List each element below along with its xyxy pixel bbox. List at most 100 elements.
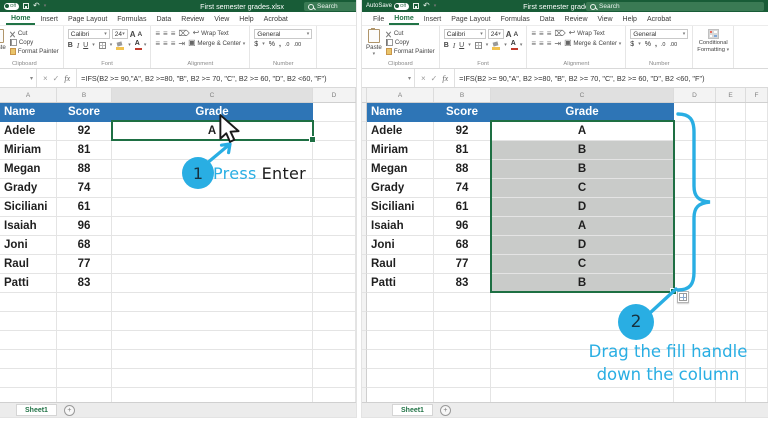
cell[interactable]: Megan <box>0 160 57 179</box>
cell[interactable] <box>674 255 716 274</box>
increase-decimal-button[interactable]: .0 <box>285 42 290 48</box>
cell[interactable]: 96 <box>57 217 112 236</box>
cell[interactable]: C <box>491 255 674 274</box>
ribbon-options-caret-icon[interactable]: ▾ <box>434 4 437 9</box>
header-cell[interactable]: Score <box>434 103 491 122</box>
bold-button[interactable]: B <box>444 42 449 49</box>
cell[interactable] <box>746 274 768 293</box>
header-cell[interactable]: Score <box>57 103 112 122</box>
cell[interactable]: 92 <box>57 122 112 141</box>
cell[interactable] <box>112 369 313 388</box>
cell[interactable] <box>746 103 768 122</box>
paste-button[interactable]: Paste ▾ <box>366 28 382 57</box>
indent-icon[interactable]: ⇥ <box>554 40 561 47</box>
align-middle-icon[interactable]: ≡ <box>163 30 168 37</box>
cell[interactable] <box>674 331 716 350</box>
align-top-icon[interactable]: ≡ <box>531 30 536 37</box>
cell[interactable] <box>434 312 491 331</box>
cell[interactable] <box>112 217 313 236</box>
cell[interactable] <box>57 350 112 369</box>
number-format-select[interactable]: General▾ <box>630 29 688 39</box>
cell[interactable] <box>746 179 768 198</box>
column-header[interactable]: B <box>434 88 491 102</box>
tab-page-layout[interactable]: Page Layout <box>446 14 495 25</box>
tab-data[interactable]: Data <box>151 14 176 25</box>
font-size-select[interactable]: 24▾ <box>488 29 504 39</box>
cell[interactable] <box>313 122 356 141</box>
cell[interactable] <box>674 312 716 331</box>
cell[interactable] <box>716 293 746 312</box>
insert-function-icon[interactable]: fx <box>64 74 70 83</box>
cell[interactable]: Joni <box>0 236 57 255</box>
cell[interactable] <box>313 312 356 331</box>
cell[interactable] <box>674 141 716 160</box>
cell[interactable] <box>313 274 356 293</box>
cell[interactable]: Isaiah <box>367 217 434 236</box>
cell[interactable] <box>367 312 434 331</box>
cell[interactable] <box>716 103 746 122</box>
cell[interactable]: D <box>491 236 674 255</box>
cell[interactable]: 92 <box>434 122 491 141</box>
cell[interactable] <box>313 369 356 388</box>
autosave-toggle[interactable]: AutoSave Off <box>366 3 409 10</box>
cell[interactable] <box>674 103 716 122</box>
tab-formulas[interactable]: Formulas <box>496 14 535 25</box>
borders-icon[interactable] <box>475 42 482 49</box>
cell[interactable]: 88 <box>434 160 491 179</box>
cell[interactable]: Patti <box>367 274 434 293</box>
insert-function-icon[interactable]: fx <box>442 74 448 83</box>
cell[interactable]: Adele <box>0 122 57 141</box>
tab-formulas[interactable]: Formulas <box>112 14 151 25</box>
cell[interactable] <box>716 350 746 369</box>
shrink-font-button[interactable]: A <box>138 31 143 38</box>
cell[interactable] <box>112 274 313 293</box>
cell[interactable] <box>57 369 112 388</box>
cell[interactable] <box>716 369 746 388</box>
cell[interactable] <box>491 312 674 331</box>
cell[interactable] <box>746 312 768 331</box>
percent-button[interactable]: % <box>269 41 275 48</box>
header-cell[interactable]: Name <box>0 103 57 122</box>
cell[interactable] <box>746 236 768 255</box>
cell[interactable] <box>313 255 356 274</box>
currency-button[interactable]: $ <box>630 41 634 48</box>
cell[interactable] <box>746 141 768 160</box>
italic-button[interactable]: I <box>453 42 455 50</box>
cell[interactable] <box>0 293 57 312</box>
cell[interactable]: D <box>491 198 674 217</box>
column-header[interactable]: E <box>716 88 746 102</box>
cell[interactable]: 77 <box>57 255 112 274</box>
wrap-text-button[interactable]: ↩ Wrap Text <box>193 29 229 37</box>
cell[interactable] <box>716 331 746 350</box>
cell[interactable] <box>434 369 491 388</box>
cell[interactable]: 88 <box>57 160 112 179</box>
cell[interactable] <box>112 312 313 331</box>
column-header[interactable]: A <box>367 88 434 102</box>
cell[interactable]: 83 <box>57 274 112 293</box>
italic-button[interactable]: I <box>77 42 79 50</box>
cancel-icon[interactable]: × <box>43 74 48 83</box>
cell[interactable]: Megan <box>367 160 434 179</box>
font-color-icon[interactable]: A <box>135 41 140 50</box>
cell[interactable]: 77 <box>434 255 491 274</box>
cell[interactable] <box>112 198 313 217</box>
cell[interactable]: A <box>491 217 674 236</box>
cell[interactable]: 74 <box>57 179 112 198</box>
wrap-text-button[interactable]: ↩ Wrap Text <box>569 29 605 37</box>
fill-color-icon[interactable] <box>116 42 124 50</box>
bold-button[interactable]: B <box>68 42 73 49</box>
cell[interactable] <box>112 179 313 198</box>
cell[interactable] <box>313 141 356 160</box>
decrease-decimal-button[interactable]: .00 <box>670 42 678 48</box>
cell[interactable] <box>746 255 768 274</box>
cell[interactable] <box>746 293 768 312</box>
cell[interactable] <box>491 293 674 312</box>
formula-input[interactable]: =IFS(B2 >= 90,"A", B2 >=80, "B", B2 >= 7… <box>455 69 768 87</box>
tab-home[interactable]: Home <box>389 13 418 25</box>
cell[interactable] <box>746 160 768 179</box>
increase-decimal-button[interactable]: .0 <box>661 42 666 48</box>
cell[interactable] <box>313 103 356 122</box>
cell[interactable]: 81 <box>434 141 491 160</box>
cell[interactable] <box>313 331 356 350</box>
cell[interactable] <box>57 312 112 331</box>
